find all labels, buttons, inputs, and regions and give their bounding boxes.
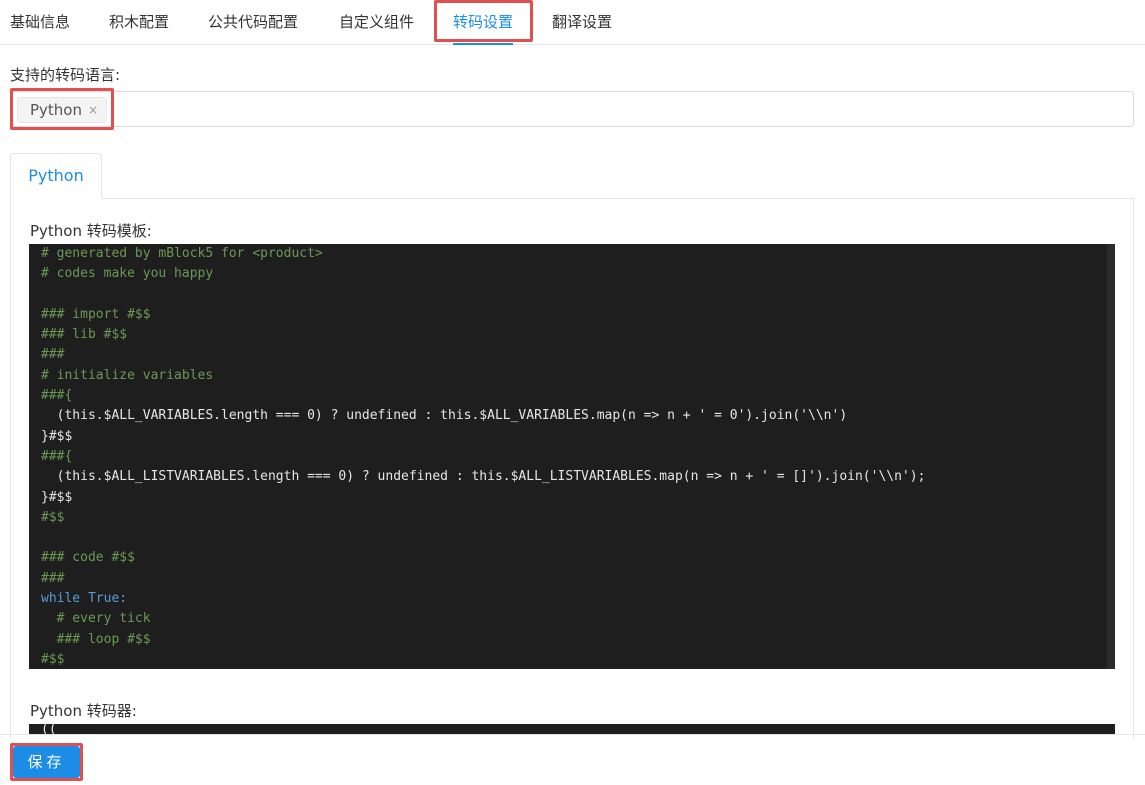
code-line: }#$$	[41, 428, 73, 444]
close-icon[interactable]: ×	[88, 103, 98, 117]
language-tab-bar: Python	[10, 153, 1134, 199]
code-line: ###{	[41, 388, 73, 404]
editor-scrollbar[interactable]	[1107, 244, 1115, 669]
converter-code-editor[interactable]: ((	[29, 724, 1115, 734]
code-line: # generated by mBlock5 for <product>	[41, 246, 323, 261]
tab-transcode-settings[interactable]: 转码设置	[453, 0, 514, 45]
language-tag-python: Python ×	[17, 97, 108, 123]
footer-divider	[0, 734, 1145, 735]
template-section-label: Python 转码模板:	[30, 222, 152, 240]
supported-languages-label: 支持的转码语言:	[10, 66, 121, 84]
code-line: ### loop #$$	[41, 631, 151, 647]
top-tab-bar: 基础信息 积木配置 公共代码配置 自定义组件 转码设置 翻译设置	[0, 0, 1145, 45]
code-line: # codes make you happy	[41, 266, 214, 282]
save-button[interactable]: 保存	[13, 746, 80, 778]
tab-common-code-config[interactable]: 公共代码配置	[208, 0, 298, 44]
code-line: (this.$ALL_VARIABLES.length === 0) ? und…	[41, 408, 848, 424]
code-line: while True:	[41, 591, 128, 607]
tab-python[interactable]: Python	[10, 153, 102, 199]
tab-basic-info[interactable]: 基础信息	[10, 0, 70, 44]
code-line: }#$$	[41, 489, 73, 505]
code-line: (this.$ALL_LISTVARIABLES.length === 0) ?…	[41, 469, 926, 485]
code-line: #$$	[41, 651, 65, 667]
template-code-editor[interactable]: # generated by mBlock5 for <product> # c…	[29, 244, 1115, 669]
code-line: # initialize variables	[41, 367, 214, 383]
language-multiselect[interactable]: Python ×	[10, 91, 1134, 127]
code-line: ### lib #$$	[41, 327, 128, 343]
language-tag-label: Python	[30, 101, 82, 119]
code-line: ###{	[41, 448, 73, 464]
code-line: ### import #$$	[41, 306, 151, 322]
code-line: #$$	[41, 509, 65, 525]
converter-code: ((	[41, 724, 57, 734]
tab-custom-components[interactable]: 自定义组件	[339, 0, 414, 44]
code-line: ### code #$$	[41, 550, 135, 566]
template-code: # generated by mBlock5 for <product> # c…	[41, 244, 925, 669]
converter-section-label: Python 转码器:	[30, 702, 137, 720]
code-line: # every tick	[41, 611, 151, 627]
code-line: ###	[41, 570, 65, 586]
code-line: ###	[41, 347, 65, 363]
tab-translation-settings[interactable]: 翻译设置	[552, 0, 612, 44]
code-line: ((	[41, 724, 57, 734]
tab-blocks-config[interactable]: 积木配置	[109, 0, 169, 44]
